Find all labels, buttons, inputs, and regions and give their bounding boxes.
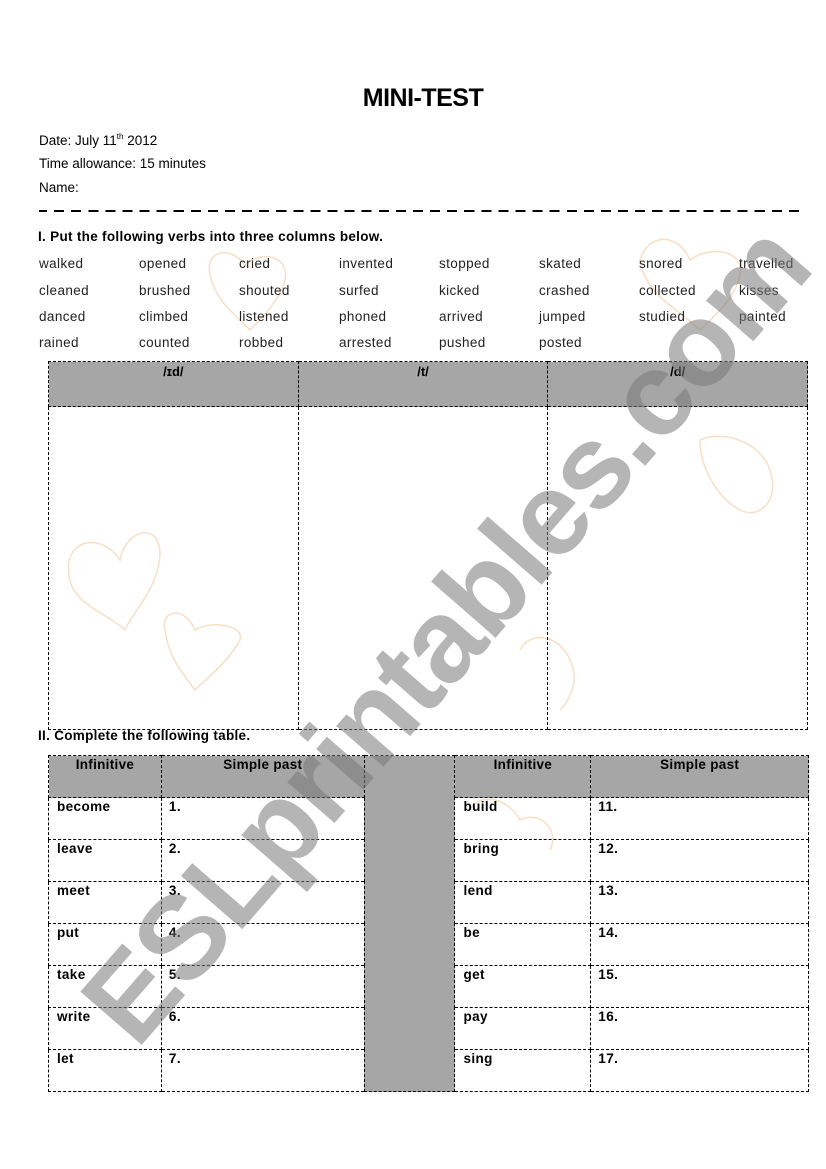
simple-past-answer-cell[interactable]: 11. xyxy=(590,797,809,840)
page-title: MINI-TEST xyxy=(362,84,484,112)
verb-item: stopped xyxy=(439,256,490,271)
verb-item: kicked xyxy=(439,283,480,298)
verb-item: counted xyxy=(139,335,190,350)
infinitive-cell: become xyxy=(48,797,162,840)
verb-item: posted xyxy=(539,335,582,350)
simple-past-answer-cell[interactable]: 13. xyxy=(590,881,809,924)
sound-columns-table: /ɪd/ /t/ /d/ xyxy=(48,361,808,730)
header-simple-past-left: Simple past xyxy=(160,755,365,798)
infinitive-cell: build xyxy=(454,797,592,840)
time-allowance: Time allowance: 15 minutes xyxy=(39,156,206,171)
header-infinitive-right: Infinitive xyxy=(454,755,592,798)
verb-item: snored xyxy=(639,256,683,271)
simple-past-answer-cell[interactable]: 4. xyxy=(160,923,365,966)
dashed-separator xyxy=(39,210,806,212)
verb-item: pushed xyxy=(439,335,486,350)
answer-cell-id[interactable] xyxy=(48,406,299,730)
header-simple-past-right: Simple past xyxy=(590,755,809,798)
name-label: Name: xyxy=(39,180,79,195)
simple-past-answer-cell[interactable]: 15. xyxy=(590,965,809,1008)
verb-item: walked xyxy=(39,256,84,271)
simple-past-answer-cell[interactable]: 17. xyxy=(590,1049,809,1092)
verb-item: studied xyxy=(639,309,686,324)
infinitive-cell: pay xyxy=(454,1007,592,1050)
simple-past-answer-cell[interactable]: 12. xyxy=(590,839,809,882)
infinitive-cell: be xyxy=(454,923,592,966)
verb-item: rained xyxy=(39,335,79,350)
simple-past-answer-cell[interactable]: 7. xyxy=(160,1049,365,1092)
header-infinitive-left: Infinitive xyxy=(48,755,162,798)
column-header-id: /ɪd/ xyxy=(48,361,299,407)
infinitive-cell: bring xyxy=(454,839,592,882)
verb-item: arrested xyxy=(339,335,392,350)
simple-past-answer-cell[interactable]: 2. xyxy=(160,839,365,882)
date-label: Date: July 11 xyxy=(39,133,117,148)
column-header-t: /t/ xyxy=(297,361,549,407)
verb-forms-table: Infinitive Simple past Infinitive Simple… xyxy=(48,755,809,1092)
verb-item: shouted xyxy=(239,283,290,298)
verb-item: opened xyxy=(139,256,187,271)
verb-item: crashed xyxy=(539,283,590,298)
table-header-row: /ɪd/ /t/ /d/ xyxy=(48,361,808,407)
verb-item: robbed xyxy=(239,335,284,350)
answer-cell-d[interactable] xyxy=(547,406,808,730)
verb-item: skated xyxy=(539,256,582,271)
infinitive-cell: lend xyxy=(454,881,592,924)
verb-item: surfed xyxy=(339,283,379,298)
answer-row xyxy=(48,406,808,730)
worksheet-page: MINI-TEST Date: July 11th 2012 Time allo… xyxy=(0,0,826,1169)
verb-item: climbed xyxy=(139,309,189,324)
infinitive-cell: leave xyxy=(48,839,162,882)
verb-item: brushed xyxy=(139,283,191,298)
verb-item: travelled xyxy=(739,256,794,271)
verb-item: danced xyxy=(39,309,86,324)
infinitive-cell: meet xyxy=(48,881,162,924)
column-header-d: /d/ xyxy=(547,361,808,407)
verb-item: painted xyxy=(739,309,787,324)
verb-item: invented xyxy=(339,256,394,271)
verb-item: listened xyxy=(239,309,289,324)
verb-item: jumped xyxy=(539,309,586,324)
simple-past-answer-cell[interactable]: 5. xyxy=(160,965,365,1008)
gray-divider-column xyxy=(363,755,456,1092)
verb-item: cried xyxy=(239,256,271,271)
table-header-row: Infinitive Simple past Infinitive Simple… xyxy=(48,755,809,1092)
verb-item: kisses xyxy=(739,283,779,298)
verb-item: arrived xyxy=(439,309,484,324)
part2-instruction: II. Complete the following table. xyxy=(38,728,251,743)
answer-cell-t[interactable] xyxy=(297,406,549,730)
simple-past-answer-cell[interactable]: 16. xyxy=(590,1007,809,1050)
simple-past-answer-cell[interactable]: 3. xyxy=(160,881,365,924)
verb-item: phoned xyxy=(339,309,387,324)
infinitive-cell: put xyxy=(48,923,162,966)
infinitive-cell: take xyxy=(48,965,162,1008)
part1-instruction: I. Put the following verbs into three co… xyxy=(38,229,384,244)
infinitive-cell: get xyxy=(454,965,592,1008)
date-line: Date: July 11th 2012 xyxy=(39,132,157,148)
infinitive-cell: let xyxy=(48,1049,162,1092)
infinitive-cell: write xyxy=(48,1007,162,1050)
infinitive-cell: sing xyxy=(454,1049,592,1092)
simple-past-answer-cell[interactable]: 6. xyxy=(160,1007,365,1050)
date-year: 2012 xyxy=(123,133,158,148)
simple-past-answer-cell[interactable]: 14. xyxy=(590,923,809,966)
simple-past-answer-cell[interactable]: 1. xyxy=(160,797,365,840)
verb-item: collected xyxy=(639,283,696,298)
verb-item: cleaned xyxy=(39,283,90,298)
